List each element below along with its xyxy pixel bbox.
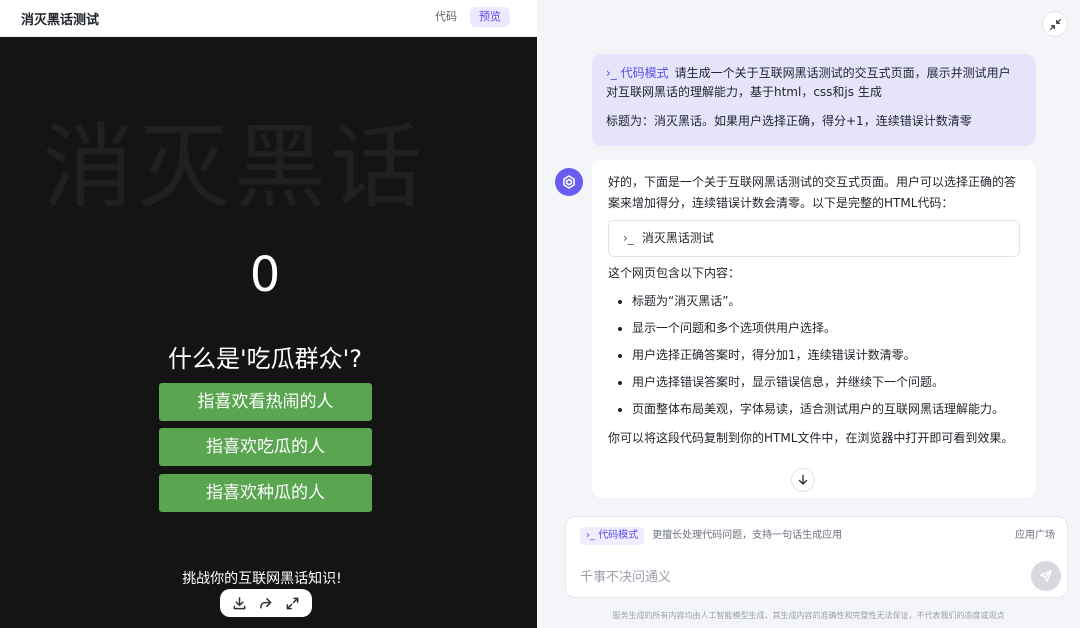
game-preview: 消灭黑话 0 什么是'吃瓜群众'? 指喜欢看热闹的人 指喜欢吃瓜的人 指喜欢种瓜…	[0, 37, 537, 628]
tab-preview[interactable]: 预览	[470, 7, 510, 27]
code-card-label: 消灭黑话测试	[641, 231, 714, 245]
terminal-prompt-icon: ›_	[623, 231, 634, 245]
app-root: 消灭黑话测试 代码 预览 消灭黑话 0 什么是'吃瓜群众'? 指喜欢看热闹的人 …	[0, 0, 1080, 628]
share-icon[interactable]	[256, 593, 276, 613]
tab-code[interactable]: 代码	[426, 7, 466, 27]
assistant-avatar-icon	[555, 168, 583, 196]
feature-list: 标题为“消灭黑话”。 显示一个问题和多个选项供用户选择。 用户选择正确答案时，得…	[608, 291, 1020, 420]
question-text: 什么是'吃瓜群众'?	[168, 345, 362, 373]
app-plaza-link[interactable]: 应用广场	[1015, 527, 1055, 545]
code-mode-tag: ›_ 代码模式	[606, 66, 669, 80]
composer-mode-bar: ›_ 代码模式 更擅长处理代码问题，支持一句话生成应用 应用广场	[580, 527, 1055, 545]
score-display: 0	[249, 247, 281, 303]
assistant-message: 好的，下面是一个关于互联网黑话测试的交互式页面。用户可以选择正确的答案来增加得分…	[592, 160, 1036, 498]
scroll-down-icon[interactable]	[791, 468, 815, 492]
challenge-footer: 挑战你的互联网黑话知识!	[182, 571, 342, 587]
preview-title: 消灭黑话测试	[21, 13, 100, 28]
assistant-intro-2: 这个网页包含以下内容：	[608, 266, 741, 280]
user-message-text-2: 标题为：消灭黑话。如果用户选择正确，得分+1，连续错误计数清零	[606, 114, 972, 128]
option-button-1[interactable]: 指喜欢看热闹的人	[159, 383, 372, 421]
preview-header: 消灭黑话测试 代码 预览	[0, 0, 537, 37]
fullscreen-icon[interactable]	[283, 593, 303, 613]
list-item: 用户选择正确答案时，得分加1，连续错误计数清零。	[632, 345, 1020, 366]
option-button-3[interactable]: 指喜欢种瓜的人	[159, 474, 372, 512]
option-button-2[interactable]: 指喜欢吃瓜的人	[159, 428, 372, 466]
user-message: ›_ 代码模式 请生成一个关于互联网黑话测试的交互式页面，展示并测试用户对互联网黑…	[592, 54, 1036, 146]
list-item: 标题为“消灭黑话”。	[632, 291, 1020, 312]
mode-hint: 更擅长处理代码问题，支持一句话生成应用	[652, 530, 843, 541]
code-mode-chip[interactable]: ›_ 代码模式	[580, 527, 645, 545]
list-item: 用户选择错误答案时，显示错误信息，并继续下一个问题。	[632, 372, 1020, 393]
composer: ›_ 代码模式 更擅长处理代码问题，支持一句话生成应用 应用广场	[565, 516, 1068, 598]
collapse-icon[interactable]	[1042, 11, 1068, 37]
chat-pane: ›_ 代码模式 请生成一个关于互联网黑话测试的交互式页面，展示并测试用户对互联网黑…	[537, 0, 1080, 628]
message-input[interactable]	[580, 567, 1000, 587]
preview-pane: 消灭黑话测试 代码 预览 消灭黑话 0 什么是'吃瓜群众'? 指喜欢看热闹的人 …	[0, 0, 537, 628]
watermark-title: 消灭黑话	[42, 114, 427, 221]
assistant-intro: 好的，下面是一个关于互联网黑话测试的交互式页面。用户可以选择正确的答案来增加得分…	[608, 175, 1017, 210]
download-icon[interactable]	[229, 593, 249, 613]
assistant-outro: 你可以将这段代码复制到你的HTML文件中，在浏览器中打开即可看到效果。	[608, 431, 1014, 445]
disclaimer: 服务生成的所有内容均由人工智能模型生成，其生成内容的准确性和完整性无法保证，不代…	[612, 611, 1005, 620]
view-tabs: 代码 预览	[426, 7, 510, 29]
preview-toolbar	[220, 589, 312, 617]
send-button[interactable]	[1031, 561, 1061, 591]
list-item: 页面整体布局美观，字体易读，适合测试用户的互联网黑话理解能力。	[632, 399, 1020, 420]
list-item: 显示一个问题和多个选项供用户选择。	[632, 318, 1020, 339]
code-card[interactable]: ›_ 消灭黑话测试	[608, 220, 1020, 257]
